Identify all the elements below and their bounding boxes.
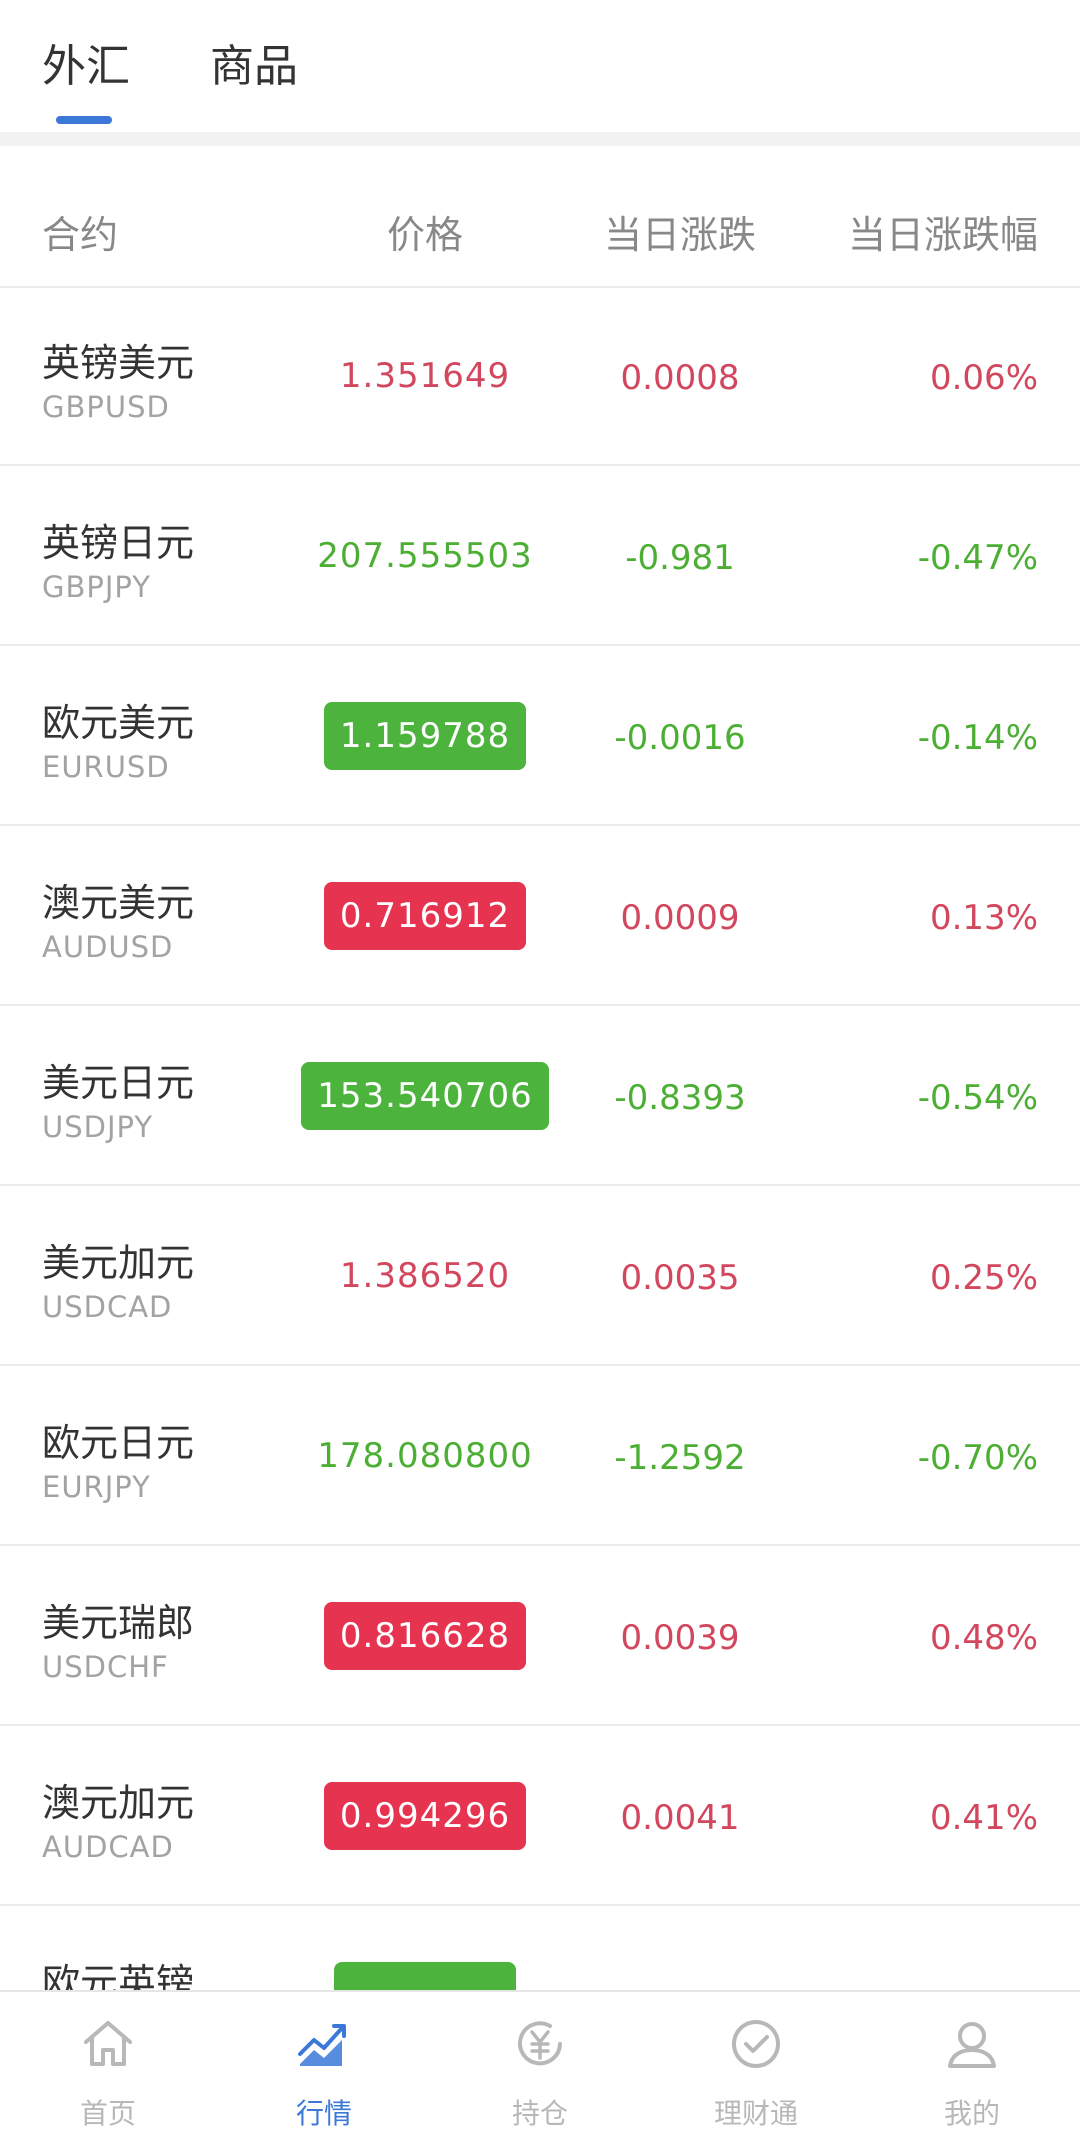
user-icon bbox=[948, 2022, 996, 2068]
contract-name: 欧元英镑 bbox=[42, 1961, 195, 1990]
price-cell: 1.351649 bbox=[300, 341, 550, 411]
contract-name: 欧元美元 bbox=[42, 701, 195, 745]
nav-mine[interactable]: 我的 bbox=[864, 1992, 1080, 2149]
tab-commodities[interactable]: 商品 bbox=[210, 30, 298, 94]
table-row[interactable]: 英镑美元 GBPUSD 1.351649 0.0008 0.06% bbox=[0, 286, 1080, 466]
tab-forex[interactable]: 外汇 bbox=[42, 30, 130, 94]
contract-code: USDJPY bbox=[42, 1110, 154, 1144]
price-value: 1.386520 bbox=[339, 1256, 511, 1296]
daily-change-pct: 0.06% bbox=[929, 358, 1038, 398]
contract-name: 英镑日元 bbox=[42, 521, 195, 565]
table-row[interactable]: 美元日元 USDJPY 153.540706 -0.8393 -0.54% bbox=[0, 1006, 1080, 1186]
nav-home[interactable]: 首页 bbox=[0, 1992, 216, 2149]
price-cell: 1.386520 bbox=[300, 1241, 550, 1311]
header-daily-change[interactable]: 当日涨跌 bbox=[560, 204, 800, 259]
daily-change-pct: -0.14% bbox=[917, 718, 1038, 758]
contract-name: 英镑美元 bbox=[42, 341, 195, 385]
price-value: 207.555503 bbox=[317, 536, 533, 576]
nav-mine-label: 我的 bbox=[943, 2097, 1000, 2130]
contract-code: AUDUSD bbox=[42, 930, 174, 964]
price-cell: 0.816628 bbox=[300, 1601, 550, 1671]
table-row[interactable]: 澳元加元 AUDCAD 0.994296 0.0041 0.41% bbox=[0, 1726, 1080, 1906]
price-value bbox=[334, 1962, 516, 1990]
table-row[interactable]: 美元加元 USDCAD 1.386520 0.0035 0.25% bbox=[0, 1186, 1080, 1366]
price-value: 0.994296 bbox=[323, 1782, 527, 1850]
table-row[interactable]: 澳元美元 AUDUSD 0.716912 0.0009 0.13% bbox=[0, 826, 1080, 1006]
home-icon bbox=[84, 2021, 132, 2066]
price-value: 1.351649 bbox=[339, 356, 511, 396]
daily-change: 0.0009 bbox=[620, 898, 740, 938]
quote-list: 英镑美元 GBPUSD 1.351649 0.0008 0.06% 英镑日元 GBPJPY 2… bbox=[0, 286, 1080, 1990]
price-cell: 0.716912 bbox=[300, 881, 550, 951]
daily-change-pct: 0.25% bbox=[929, 1258, 1038, 1298]
price-cell: 1.159788 bbox=[300, 701, 550, 771]
nav-finance-label: 理财通 bbox=[713, 2097, 798, 2130]
contract-code: GBPUSD bbox=[42, 390, 170, 424]
contract-code: EURUSD bbox=[42, 750, 170, 784]
contract-name: 欧元日元 bbox=[42, 1421, 195, 1465]
bottom-nav: 首页 行情 持仓 理财通 我的 bbox=[0, 1990, 1080, 2149]
price-value: 178.080800 bbox=[317, 1436, 533, 1476]
daily-change: -1.2592 bbox=[614, 1438, 746, 1478]
daily-change-pct: -0.70% bbox=[917, 1438, 1038, 1478]
header-contract: 合约 bbox=[42, 213, 119, 257]
contract-name: 澳元美元 bbox=[42, 881, 195, 925]
nav-position[interactable]: 持仓 bbox=[432, 1992, 648, 2149]
nav-home-label: 首页 bbox=[79, 2097, 136, 2130]
top-tab-bar: 外汇 商品 bbox=[0, 0, 1080, 130]
contract-name: 美元瑞郎 bbox=[42, 1601, 195, 1645]
price-cell: 0.994296 bbox=[300, 1781, 550, 1851]
price-value: 1.159788 bbox=[323, 702, 527, 770]
daily-change-pct: -0.47% bbox=[917, 538, 1038, 578]
nav-market-label: 行情 bbox=[295, 2097, 352, 2130]
price-cell: 153.540706 bbox=[300, 1061, 550, 1131]
daily-change-pct: 0.48% bbox=[929, 1618, 1038, 1658]
yen-coin-icon bbox=[518, 2021, 562, 2066]
header-price[interactable]: 价格 bbox=[310, 204, 540, 259]
contract-code: EURJPY bbox=[42, 1470, 151, 1504]
price-cell bbox=[300, 1961, 550, 1990]
daily-change: 0.0039 bbox=[620, 1618, 740, 1658]
contract-code: GBPJPY bbox=[42, 570, 151, 604]
table-row[interactable]: 欧元日元 EURJPY 178.080800 -1.2592 -0.70% bbox=[0, 1366, 1080, 1546]
daily-change: 0.0008 bbox=[620, 358, 740, 398]
contract-name: 澳元加元 bbox=[42, 1781, 195, 1825]
table-row[interactable]: 美元瑞郎 USDCHF 0.816628 0.0039 0.48% bbox=[0, 1546, 1080, 1726]
contract-code: AUDCAD bbox=[42, 1830, 174, 1864]
nav-finance[interactable]: 理财通 bbox=[648, 1992, 864, 2149]
daily-change-pct: 0.13% bbox=[929, 898, 1038, 938]
daily-change: -0.981 bbox=[625, 538, 735, 578]
active-tab-indicator bbox=[56, 116, 112, 124]
header-daily-change-pct[interactable]: 当日涨跌幅 bbox=[848, 204, 1038, 259]
table-row[interactable]: 英镑日元 GBPJPY 207.555503 -0.981 -0.47% bbox=[0, 466, 1080, 646]
price-cell: 207.555503 bbox=[300, 521, 550, 591]
table-row[interactable]: 欧元美元 EURUSD 1.159788 -0.0016 -0.14% bbox=[0, 646, 1080, 826]
price-value: 0.716912 bbox=[323, 882, 527, 950]
daily-change: -0.8393 bbox=[614, 1078, 746, 1118]
trend-chart-icon bbox=[298, 2024, 346, 2066]
price-value: 0.816628 bbox=[323, 1602, 527, 1670]
contract-code: USDCHF bbox=[42, 1650, 169, 1684]
nav-position-label: 持仓 bbox=[511, 2097, 568, 2130]
daily-change: 0.0035 bbox=[620, 1258, 740, 1298]
daily-change: -0.0016 bbox=[614, 718, 746, 758]
table-row[interactable]: 欧元英镑 bbox=[0, 1906, 1080, 1990]
price-cell: 178.080800 bbox=[300, 1421, 550, 1491]
contract-code: USDCAD bbox=[42, 1290, 173, 1324]
table-header: 合约 价格 当日涨跌 当日涨跌幅 bbox=[0, 146, 1080, 288]
contract-name: 美元日元 bbox=[42, 1061, 195, 1105]
section-divider bbox=[0, 132, 1080, 146]
daily-change-pct: -0.54% bbox=[917, 1078, 1038, 1118]
daily-change: 0.0041 bbox=[620, 1798, 740, 1838]
daily-change-pct: 0.41% bbox=[929, 1798, 1038, 1838]
contract-name: 美元加元 bbox=[42, 1241, 195, 1285]
nav-market[interactable]: 行情 bbox=[216, 1992, 432, 2149]
check-circle-icon bbox=[732, 2020, 780, 2068]
price-value: 153.540706 bbox=[301, 1062, 549, 1130]
